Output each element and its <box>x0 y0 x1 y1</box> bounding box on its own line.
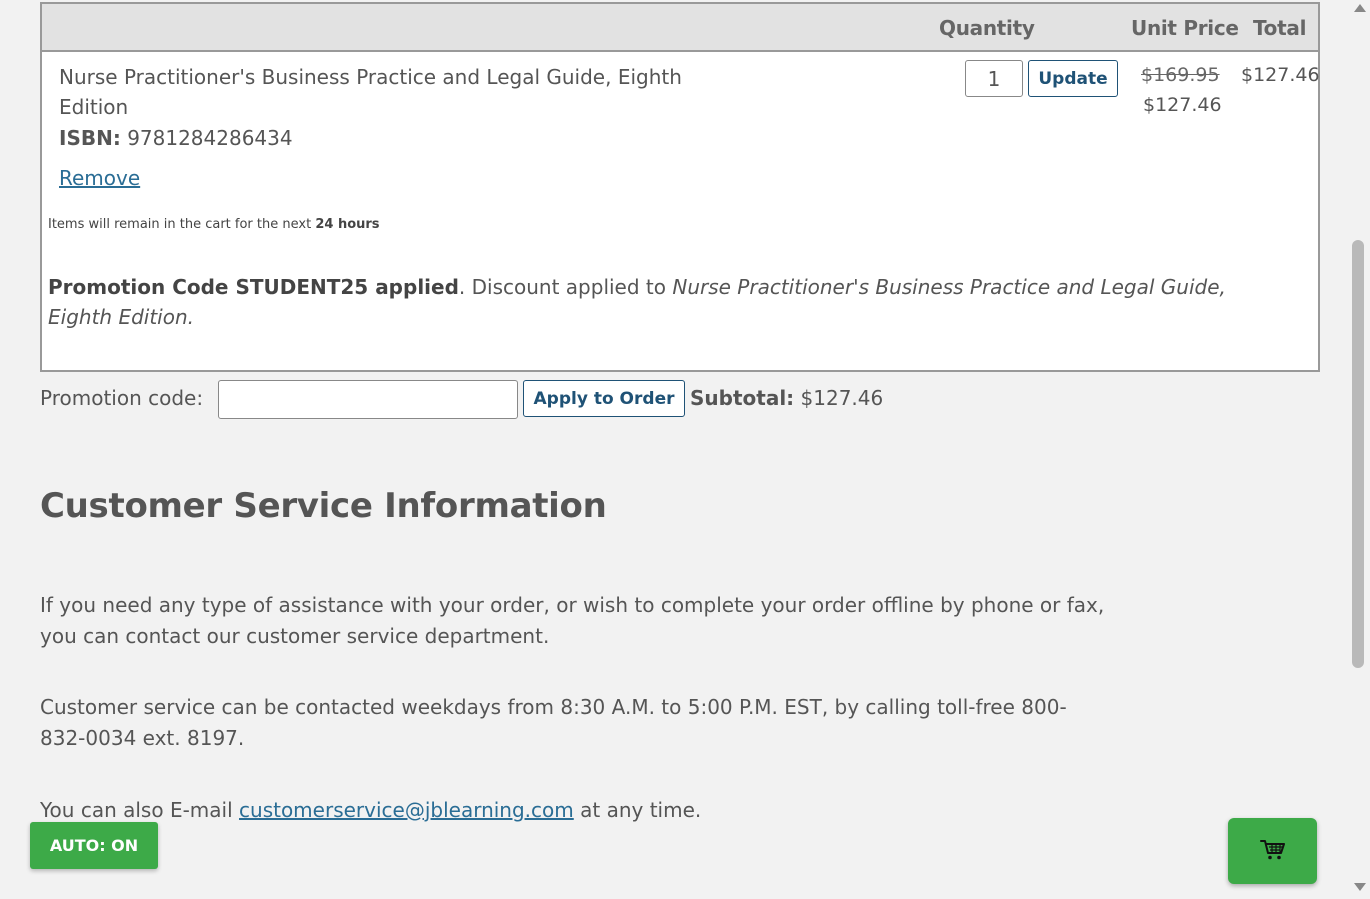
shopping-cart-icon <box>1259 838 1286 865</box>
apply-to-order-button[interactable]: Apply to Order <box>523 380 685 417</box>
isbn-label: ISBN: <box>59 126 121 150</box>
customer-service-paragraph-3: You can also E-mail customerservice@jble… <box>40 795 1110 826</box>
unit-price-column-header: Unit Price <box>1131 16 1239 40</box>
total-column-header: Total <box>1253 16 1307 40</box>
line-total: $127.46 <box>1241 64 1320 86</box>
email-suffix-text: at any time. <box>580 798 702 822</box>
subtotal-value: $127.46 <box>800 386 884 410</box>
quantity-input[interactable] <box>965 60 1023 97</box>
subtotal-label: Subtotal: <box>690 386 795 410</box>
customer-service-heading: Customer Service Information <box>40 486 607 526</box>
email-prefix-text: You can also E-mail <box>40 798 233 822</box>
cart-item-title: Nurse Practitioner's Business Practice a… <box>59 65 682 119</box>
customer-service-paragraph-1: If you need any type of assistance with … <box>40 593 1105 648</box>
cart-expiry-duration: 24 hours <box>315 217 380 232</box>
cart-item-isbn: ISBN: 9781284286434 <box>59 126 293 150</box>
original-unit-price: $169.95 <box>1141 64 1220 86</box>
vertical-scrollbar[interactable] <box>1350 0 1370 899</box>
remove-item-link[interactable]: Remove <box>59 166 140 190</box>
scrollbar-thumb[interactable] <box>1352 240 1364 668</box>
cart-expiry-text: Items will remain in the cart for the ne… <box>48 217 312 232</box>
update-quantity-button[interactable]: Update <box>1028 60 1118 97</box>
isbn-value: 9781284286434 <box>127 126 293 150</box>
auto-toggle-button[interactable]: AUTO: ON <box>30 822 158 869</box>
quantity-column-header: Quantity <box>939 16 1035 40</box>
customer-service-paragraph-2: Customer service can be contacted weekda… <box>40 695 1067 750</box>
promotion-code-input[interactable] <box>218 380 518 419</box>
promotion-applied-code: Promotion Code STUDENT25 applied <box>48 275 459 299</box>
subtotal: Subtotal: $127.46 <box>690 386 883 410</box>
promotion-applied-text: . Discount applied to <box>458 275 666 299</box>
customer-service-email-link[interactable]: customerservice@jblearning.com <box>239 798 574 822</box>
discounted-unit-price: $127.46 <box>1143 94 1222 116</box>
cart-table-header: Quantity Unit Price Total <box>42 4 1318 52</box>
cart-button[interactable] <box>1228 818 1317 884</box>
promotion-applied-message: Promotion Code STUDENT25 applied. Discou… <box>48 272 1278 332</box>
cart-table: Quantity Unit Price Total Nurse Practiti… <box>40 2 1320 372</box>
scroll-up-arrow-icon[interactable] <box>1354 4 1366 12</box>
cart-expiry-note: Items will remain in the cart for the ne… <box>48 217 380 232</box>
scroll-down-arrow-icon[interactable] <box>1354 883 1366 891</box>
promotion-code-label: Promotion code: <box>40 386 204 410</box>
